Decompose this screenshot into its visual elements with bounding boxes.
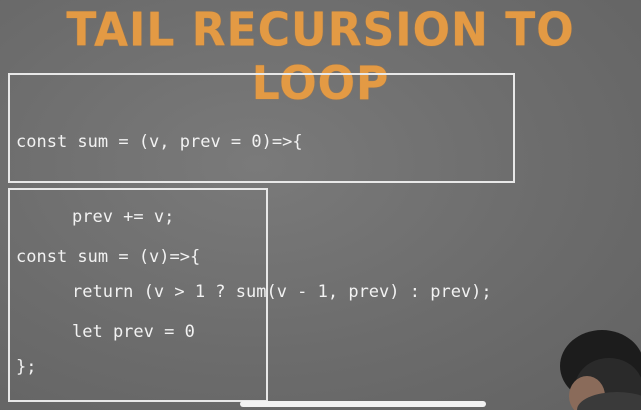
- presenter-head-icon: [560, 330, 641, 410]
- slide: TAIL RECURSION TO LOOP const sum = (v, p…: [0, 0, 641, 410]
- code-line: const sum = (v, prev = 0)=>{: [16, 132, 303, 152]
- horizontal-scrollbar[interactable]: [240, 401, 486, 407]
- code-line: let prev = 0: [72, 322, 195, 342]
- code-block-loop: const sum = (v)=>{ let prev = 0: [8, 188, 268, 402]
- code-block-recursive: const sum = (v, prev = 0)=>{ prev += v; …: [8, 73, 515, 377]
- code-line: const sum = (v)=>{: [16, 247, 201, 267]
